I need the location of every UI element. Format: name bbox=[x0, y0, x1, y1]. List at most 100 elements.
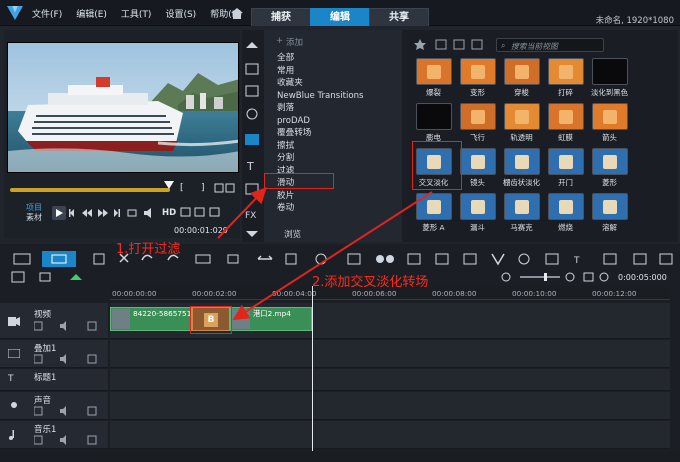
menu-edit[interactable]: 编辑(E) bbox=[76, 7, 107, 20]
transition-thumbnail[interactable]: 溶解 bbox=[588, 193, 631, 232]
transition-thumbnail[interactable]: 飞行 bbox=[456, 103, 499, 142]
category-item[interactable]: 覆叠转场 bbox=[264, 127, 402, 140]
project-info: 未命名, 1920*1080 bbox=[595, 16, 674, 26]
track-controls-icons[interactable] bbox=[34, 321, 102, 331]
transition-preview-icon bbox=[459, 103, 496, 130]
category-item[interactable]: 擦拭 bbox=[264, 140, 402, 153]
playhead[interactable] bbox=[312, 286, 313, 451]
transition-thumbnail[interactable]: 镜头 bbox=[456, 148, 499, 187]
transition-preview-icon bbox=[503, 58, 540, 85]
transition-thumbnail[interactable]: 穿梭 bbox=[500, 58, 543, 97]
scrubber-handle-icon[interactable] bbox=[164, 181, 174, 191]
transition-thumbnail[interactable]: 棚齿状淡化 bbox=[500, 148, 543, 187]
track-controls-icons[interactable] bbox=[34, 354, 102, 364]
transition-thumbnail[interactable]: 淡化到黑色 bbox=[588, 58, 631, 97]
transition-thumbnail[interactable]: 变形 bbox=[456, 58, 499, 97]
svg-text:T: T bbox=[573, 256, 580, 266]
transition-glyph bbox=[426, 65, 441, 79]
category-item[interactable]: 胶片 bbox=[264, 190, 402, 203]
transition-label: 淡化到黑色 bbox=[591, 88, 628, 97]
menu-tools[interactable]: 工具(T) bbox=[121, 7, 152, 20]
add-folder-button[interactable]: 添加 bbox=[286, 36, 303, 48]
display-options-icons[interactable] bbox=[180, 206, 230, 218]
search-field[interactable]: ⌕ 搜索当前视图 bbox=[496, 38, 604, 52]
title-track-row[interactable] bbox=[110, 369, 670, 391]
transition-label: 箭头 bbox=[602, 133, 617, 142]
video-track-icon bbox=[8, 317, 20, 326]
transition-glyph bbox=[514, 155, 529, 169]
transition-thumbnail[interactable]: 打碎 bbox=[544, 58, 587, 97]
menu-file[interactable]: 文件(F) bbox=[32, 7, 62, 20]
tab-share[interactable]: 共享 bbox=[369, 8, 429, 26]
transition-thumbnail[interactable]: 虹膜 bbox=[544, 103, 587, 142]
browse-button[interactable]: 浏览 bbox=[284, 230, 301, 240]
split-clip-icon[interactable] bbox=[214, 183, 236, 193]
ruler-tick: 00:00:08:00 bbox=[432, 289, 477, 298]
transition-thumbnail[interactable]: 漏斗 bbox=[456, 193, 499, 232]
transition-thumbnail[interactable]: 菱形 bbox=[588, 148, 631, 187]
transition-glyph bbox=[558, 110, 573, 124]
track-manager-icons[interactable] bbox=[8, 270, 118, 284]
transition-thumbnail[interactable]: 燃烧 bbox=[544, 193, 587, 232]
track-controls-icons[interactable] bbox=[34, 435, 102, 445]
track-header-video: 视频 bbox=[0, 303, 108, 339]
transition-thumbnail[interactable]: 膨电 bbox=[412, 103, 455, 142]
music-track-row[interactable] bbox=[110, 421, 670, 449]
zoom-controls[interactable] bbox=[500, 270, 610, 284]
transition-preview-icon bbox=[591, 193, 628, 220]
hd-toggle[interactable]: HD bbox=[162, 208, 176, 218]
transition-thumbnail[interactable]: 开门 bbox=[544, 148, 587, 187]
transition-glyph bbox=[514, 200, 529, 214]
transition-label: 菱形 A bbox=[422, 223, 445, 232]
transition-glyph bbox=[558, 155, 573, 169]
svg-text:FX: FX bbox=[245, 211, 256, 221]
transition-label: 溶解 bbox=[602, 223, 617, 232]
transition-thumbnail[interactable]: 菱形 A bbox=[412, 193, 455, 232]
tab-capture[interactable]: 捕获 bbox=[251, 8, 311, 26]
clip-mode-label[interactable]: 素材 bbox=[26, 212, 42, 223]
transition-thumbnail[interactable]: 爆裂 bbox=[412, 58, 455, 97]
track-name: 视频 bbox=[34, 310, 52, 320]
project-duration: 0:00:05:000 bbox=[618, 273, 667, 282]
home-icon[interactable] bbox=[231, 8, 243, 19]
menu-settings[interactable]: 设置(S) bbox=[165, 7, 196, 20]
category-item[interactable]: proDAD bbox=[264, 115, 402, 128]
category-item[interactable]: 常用 bbox=[264, 65, 402, 78]
timeline-transition-highlight bbox=[190, 306, 232, 334]
tab-edit[interactable]: 编辑 bbox=[310, 8, 370, 26]
graphics-icon bbox=[245, 183, 259, 195]
video-clip[interactable]: 84220-5865751 bbox=[110, 307, 192, 331]
scrubber-track[interactable] bbox=[10, 188, 170, 192]
category-item[interactable]: 分割 bbox=[264, 152, 402, 165]
timeline-view-icon bbox=[42, 251, 76, 267]
timeline-scrollbar[interactable] bbox=[0, 452, 680, 462]
transition-preview-icon bbox=[459, 148, 496, 175]
mark-out-button[interactable]: ] bbox=[201, 183, 205, 193]
transition-thumbnail[interactable]: 箭头 bbox=[588, 103, 631, 142]
voice-track-row[interactable] bbox=[110, 392, 670, 420]
transition-thumbnail[interactable]: 马赛克 bbox=[500, 193, 543, 232]
transition-thumbnail[interactable]: 轨透明 bbox=[500, 103, 543, 142]
overlay-track-row[interactable] bbox=[110, 340, 670, 368]
mark-in-button[interactable]: [ bbox=[180, 183, 184, 193]
svg-text:T: T bbox=[246, 160, 254, 173]
category-item[interactable]: 收藏夹 bbox=[264, 77, 402, 90]
video-clip[interactable]: 港口2.mp4 bbox=[230, 307, 312, 331]
transition-preview-icon bbox=[591, 58, 628, 85]
timecode-display[interactable]: 00:00:01:029 bbox=[174, 226, 228, 235]
transition-preview-icon bbox=[503, 148, 540, 175]
cruise-ship-preview-image bbox=[8, 43, 238, 172]
category-item[interactable]: 剥落 bbox=[264, 102, 402, 115]
transition-preview-icon bbox=[415, 103, 452, 130]
category-item[interactable]: 卷动 bbox=[264, 202, 402, 215]
category-item[interactable]: 全部 bbox=[264, 52, 402, 65]
search-input[interactable]: 搜索当前视图 bbox=[511, 41, 558, 52]
transition-label: 开门 bbox=[558, 178, 573, 187]
playback-controls bbox=[52, 206, 151, 220]
add-category-row: + 添加 bbox=[276, 36, 304, 48]
category-item[interactable]: NewBlue Transitions bbox=[264, 90, 402, 103]
track-controls-icons[interactable] bbox=[34, 406, 102, 416]
ruler-tick: 00:00:06:00 bbox=[352, 289, 397, 298]
gallery-tool-icons[interactable] bbox=[414, 38, 484, 52]
transition-label: 燃烧 bbox=[558, 223, 573, 232]
